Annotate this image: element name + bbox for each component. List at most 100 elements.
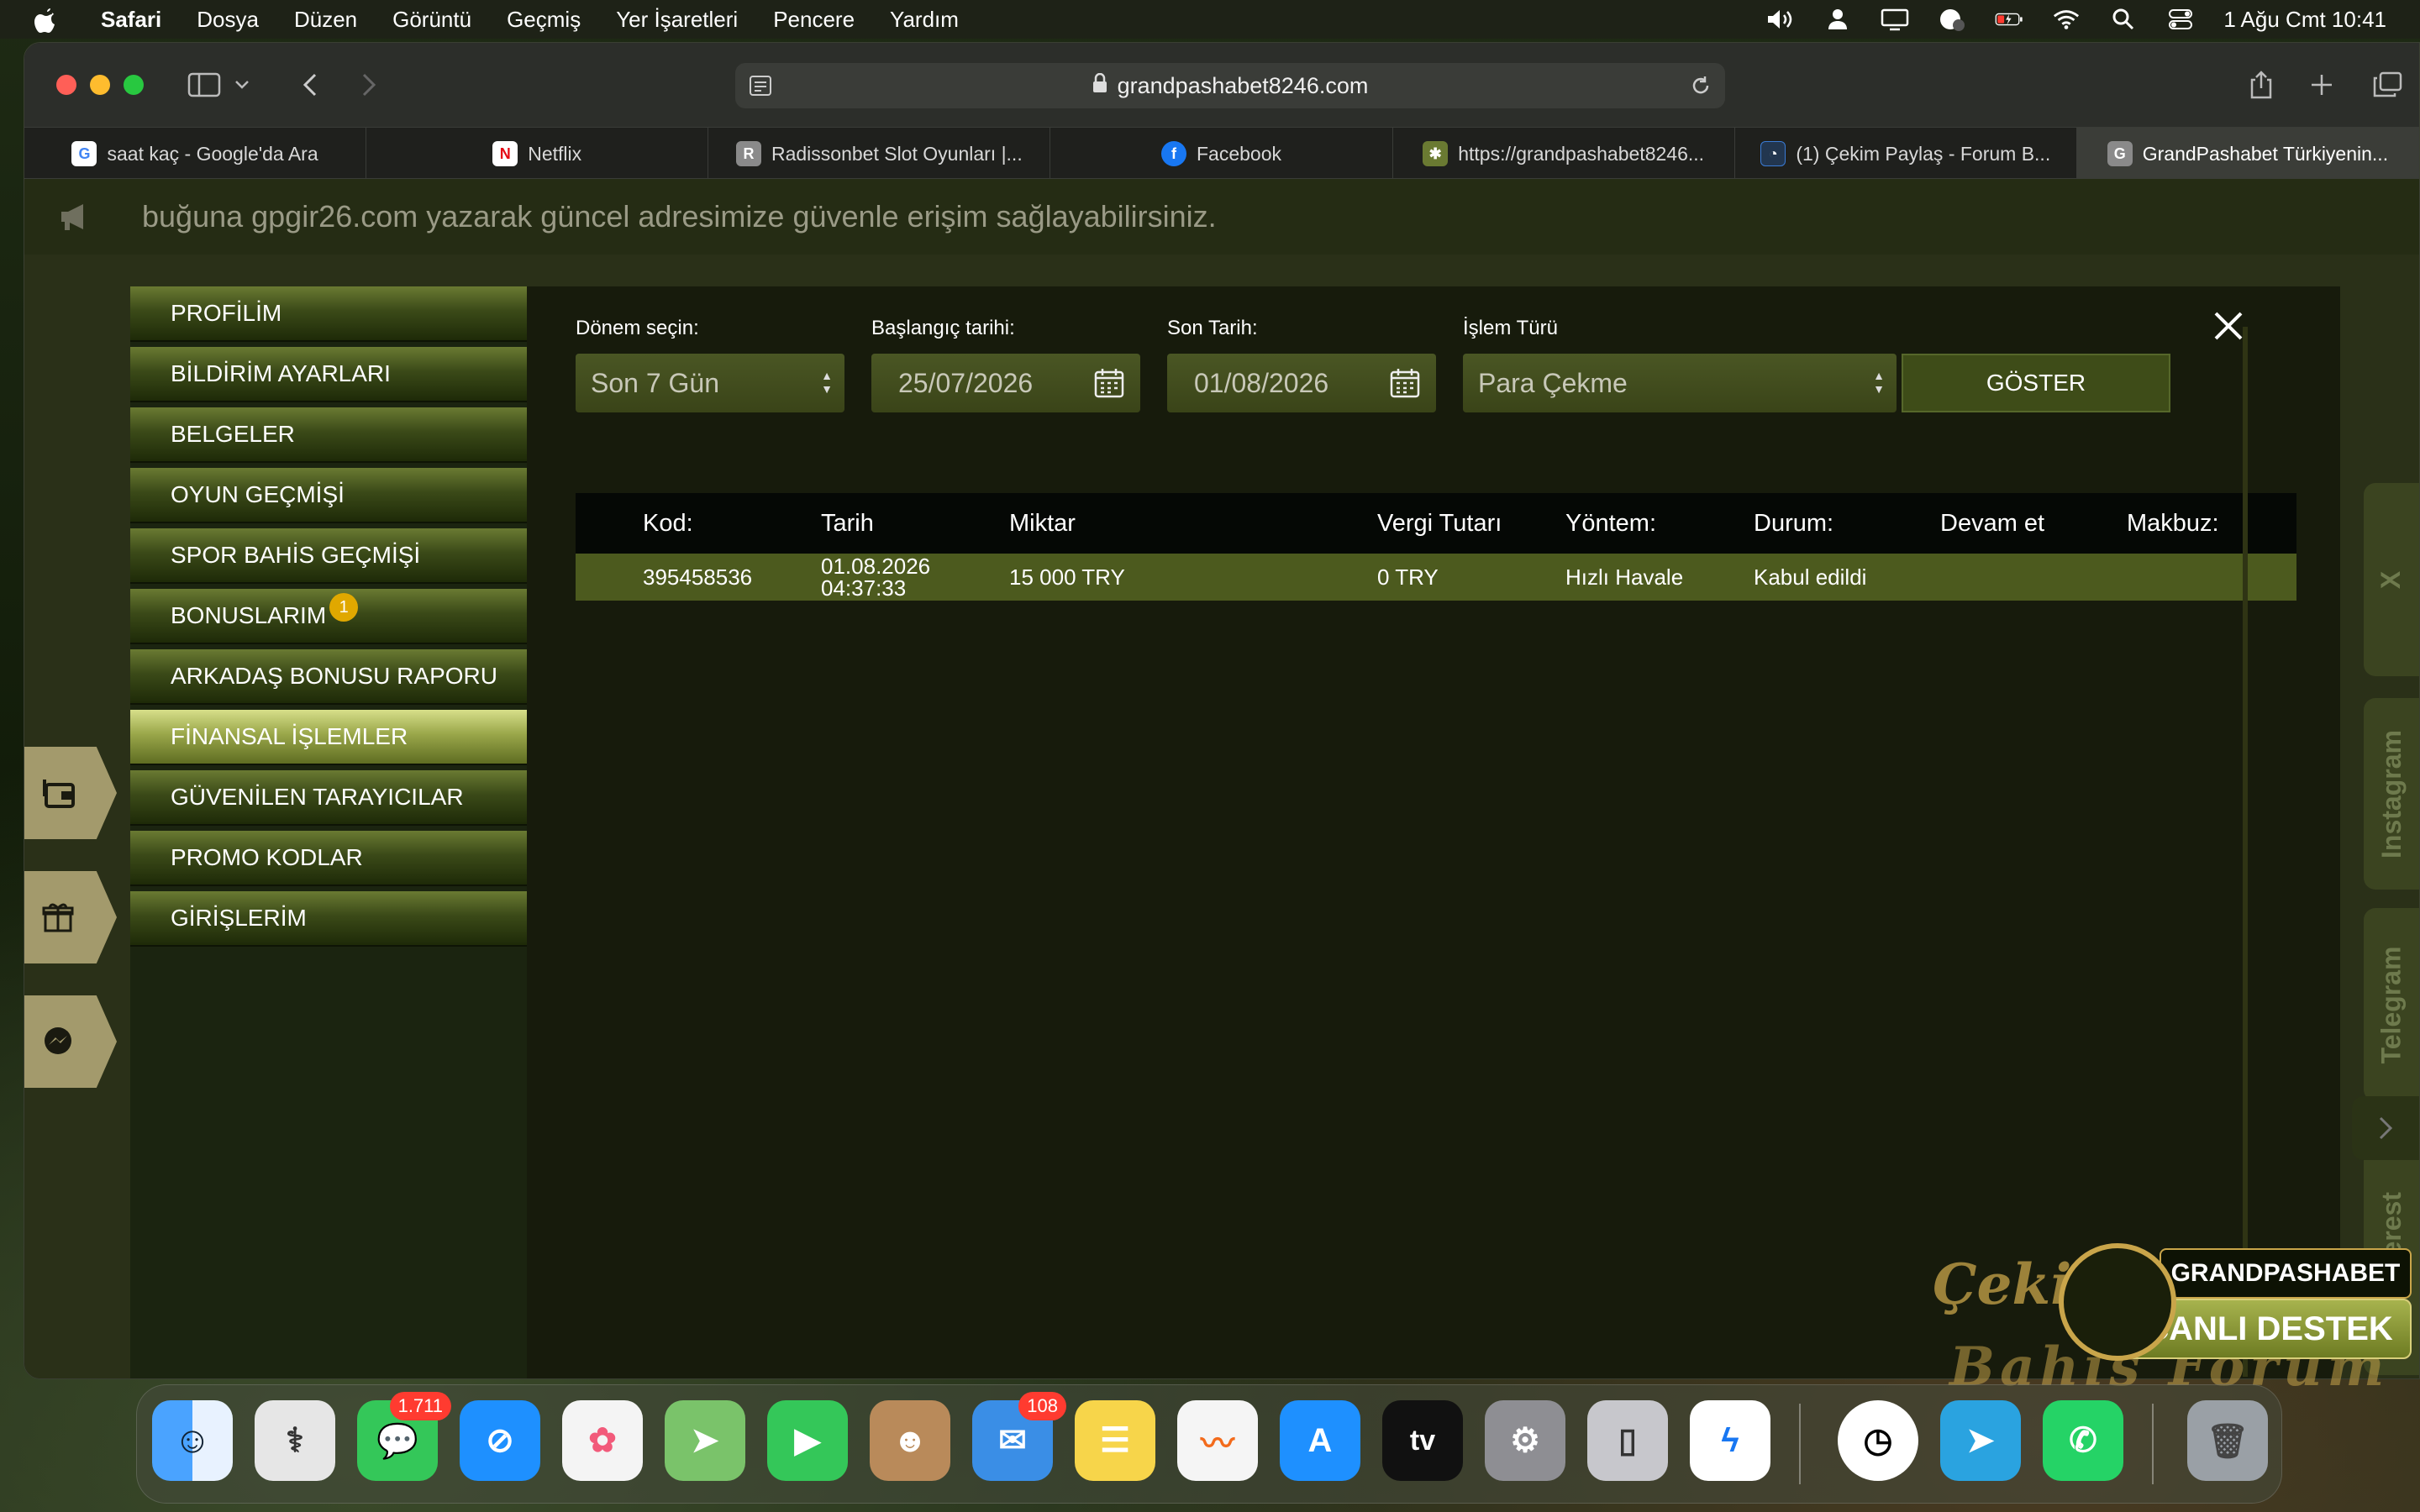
menu-profilim[interactable]: PROFİLİM bbox=[130, 286, 527, 342]
menu-bildirim-ayarlari[interactable]: BİLDİRİM AYARLARI bbox=[130, 347, 527, 402]
menu-promo-kodlar[interactable]: PROMO KODLAR bbox=[130, 831, 527, 886]
tab-google[interactable]: G saat kaç - Google'da Ara bbox=[24, 128, 367, 180]
star-icon: ✱ bbox=[1423, 141, 1449, 166]
photos-icon[interactable]: ✿ bbox=[562, 1400, 643, 1481]
menubar-clock[interactable]: 1 Ağu Cmt 10:41 bbox=[2223, 7, 2386, 33]
user-icon[interactable] bbox=[1823, 7, 1852, 32]
live-support-widget[interactable]: GRANDPASHABET CANLI DESTEK bbox=[2059, 1243, 2412, 1369]
menu-girislerim[interactable]: GİRİŞLERİM bbox=[130, 891, 527, 947]
lock-icon bbox=[1092, 72, 1107, 99]
sidebar-toggle-icon[interactable] bbox=[186, 68, 223, 102]
trash-icon[interactable]: 🗑 bbox=[2187, 1400, 2268, 1481]
menu-guvenilen-tarayicilar[interactable]: GÜVENİLEN TARAYICILAR bbox=[130, 770, 527, 826]
tab-facebook[interactable]: f Facebook bbox=[1050, 128, 1393, 180]
battery-icon[interactable] bbox=[1995, 7, 2023, 32]
telegram-icon[interactable]: ➤ bbox=[1940, 1400, 2021, 1481]
menu-bonuslarim[interactable]: BONUSLARIM 1 bbox=[130, 589, 527, 644]
display-icon[interactable] bbox=[1881, 7, 1909, 32]
tab-overview-icon[interactable] bbox=[2369, 68, 2406, 102]
end-date-label: Son Tarih: bbox=[1167, 317, 1258, 339]
menu-oyun-gecmisi[interactable]: OYUN GEÇMİŞİ bbox=[130, 468, 527, 523]
app-store-icon[interactable]: A bbox=[1280, 1400, 1360, 1481]
menu-app-name[interactable]: Safari bbox=[101, 7, 161, 33]
modal-scrollbar[interactable] bbox=[2243, 327, 2248, 1377]
menu-goruntu[interactable]: Görüntü bbox=[392, 7, 471, 33]
dock: ☺ ⚕ 💬 1.711 ⊘ ✿ ➤ ▶ ☻ ✉ 108 ☰ 〰 A tv ⚙ ▯ ϟ… bbox=[136, 1384, 2282, 1504]
period-label: Dönem seçin: bbox=[576, 317, 699, 339]
gift-float-button[interactable] bbox=[24, 871, 117, 963]
new-tab-icon[interactable] bbox=[2303, 68, 2340, 102]
transaction-type-select[interactable]: Para Çekme ▲ ▼ bbox=[1463, 354, 1897, 412]
tab-grandpashabet-url[interactable]: ✱ https://grandpashabet8246... bbox=[1393, 128, 1735, 180]
messages-icon[interactable]: 💬 1.711 bbox=[357, 1392, 451, 1481]
safari-icon[interactable]: ⊘ bbox=[460, 1400, 540, 1481]
freeform-icon[interactable]: 〰 bbox=[1177, 1400, 1258, 1481]
menu-gecmis[interactable]: Geçmiş bbox=[507, 7, 581, 33]
chat-float-button[interactable] bbox=[24, 995, 117, 1088]
tab-title: saat kaç - Google'da Ara bbox=[107, 142, 318, 165]
reload-icon[interactable] bbox=[1690, 75, 1712, 102]
maps-icon[interactable]: ➤ bbox=[665, 1400, 745, 1481]
g-icon: G bbox=[2107, 141, 2133, 166]
messenger-icon bbox=[45, 1027, 71, 1054]
apple-tv-icon[interactable]: tv bbox=[1382, 1400, 1463, 1481]
url-text[interactable]: grandpashabet8246.com bbox=[1118, 73, 1369, 99]
control-center-icon[interactable] bbox=[2166, 7, 2195, 32]
whatsapp-icon[interactable]: ✆ bbox=[2043, 1400, 2123, 1481]
menu-yer-isaretleri[interactable]: Yer İşaretleri bbox=[616, 7, 738, 33]
menu-spor-bahis-gecmisi[interactable]: SPOR BAHİS GEÇMİŞİ bbox=[130, 528, 527, 584]
menu-finansal-islemler[interactable]: FİNANSAL İŞLEMLER bbox=[130, 710, 527, 765]
header-devam-et: Devam et bbox=[1940, 509, 2045, 537]
share-icon[interactable] bbox=[2243, 68, 2280, 102]
spotlight-search-icon[interactable] bbox=[2109, 7, 2138, 32]
tab-forum[interactable]: ◔ (1) Çekim Paylaş - Forum B... bbox=[1735, 128, 2077, 180]
system-settings-icon[interactable]: ⚙ bbox=[1485, 1400, 1565, 1481]
social-telegram-button[interactable]: Telegram bbox=[2364, 908, 2419, 1101]
forward-button[interactable] bbox=[350, 68, 387, 102]
back-button[interactable] bbox=[292, 68, 329, 102]
start-date-field[interactable]: 25/07/2026 bbox=[871, 354, 1140, 412]
menu-duzen[interactable]: Düzen bbox=[294, 7, 357, 33]
address-bar[interactable]: grandpashabet8246.com bbox=[735, 63, 1725, 108]
menu-label: ARKADAŞ BONUSU RAPORU bbox=[171, 663, 497, 689]
iphone-mirroring-icon[interactable]: ▯ bbox=[1587, 1400, 1668, 1481]
menu-yardim[interactable]: Yardım bbox=[890, 7, 959, 33]
menu-arkadas-bonusu-raporu[interactable]: ARKADAŞ BONUSU RAPORU bbox=[130, 649, 527, 705]
header-yontem: Yöntem: bbox=[1565, 509, 1656, 537]
transaction-type-label: İşlem Türü bbox=[1463, 317, 1558, 339]
show-button[interactable]: GÖSTER bbox=[1902, 354, 2170, 412]
contacts-icon[interactable]: ☻ bbox=[870, 1400, 950, 1481]
calendar-icon[interactable] bbox=[1389, 367, 1421, 406]
menu-pencere[interactable]: Pencere bbox=[773, 7, 855, 33]
menu-dosya[interactable]: Dosya bbox=[197, 7, 259, 33]
menu-belgeler[interactable]: BELGELER bbox=[130, 407, 527, 463]
chevron-right-icon[interactable] bbox=[2352, 1096, 2419, 1160]
close-window-button[interactable] bbox=[56, 75, 76, 95]
table-row[interactable]: 395458536 01.08.2026 04:37:33 15 000 TRY… bbox=[576, 554, 2296, 601]
disk-utility-icon[interactable]: ⚕ bbox=[255, 1400, 335, 1481]
end-date-field[interactable]: 01/08/2026 bbox=[1167, 354, 1436, 412]
calendar-icon[interactable] bbox=[1093, 367, 1125, 406]
clock-icon[interactable]: ◷ bbox=[1838, 1400, 1918, 1481]
tab-netflix[interactable]: N Netflix bbox=[366, 128, 709, 180]
wallet-float-button[interactable] bbox=[24, 747, 117, 839]
volume-icon[interactable] bbox=[1766, 7, 1795, 32]
period-select[interactable]: Son 7 Gün ▲ ▼ bbox=[576, 354, 844, 412]
facetime-icon[interactable]: ▶ bbox=[767, 1400, 848, 1481]
page-menu-icon[interactable] bbox=[749, 75, 772, 102]
messenger-dock-icon[interactable]: ϟ bbox=[1690, 1400, 1770, 1481]
chevron-down-icon[interactable] bbox=[229, 68, 255, 102]
social-instagram-button[interactable]: Instagram bbox=[2364, 698, 2419, 890]
social-x-button[interactable]: X bbox=[2364, 483, 2419, 676]
finder-icon[interactable]: ☺ bbox=[152, 1400, 233, 1481]
tab-grandpashabet-active[interactable]: G GrandPashabet Türkiyenin... bbox=[2076, 128, 2419, 180]
tab-radissonbet[interactable]: R Radissonbet Slot Oyunları |... bbox=[708, 128, 1051, 180]
notes-icon[interactable]: ☰ bbox=[1075, 1400, 1155, 1481]
apple-menu-icon[interactable] bbox=[34, 0, 77, 39]
minimize-window-button[interactable] bbox=[90, 75, 110, 95]
zoom-window-button[interactable] bbox=[124, 75, 144, 95]
notification-center-icon[interactable] bbox=[1938, 7, 1966, 32]
wifi-icon[interactable] bbox=[2052, 7, 2081, 32]
mail-icon[interactable]: ✉ 108 bbox=[972, 1392, 1066, 1481]
gift-icon bbox=[42, 903, 74, 932]
